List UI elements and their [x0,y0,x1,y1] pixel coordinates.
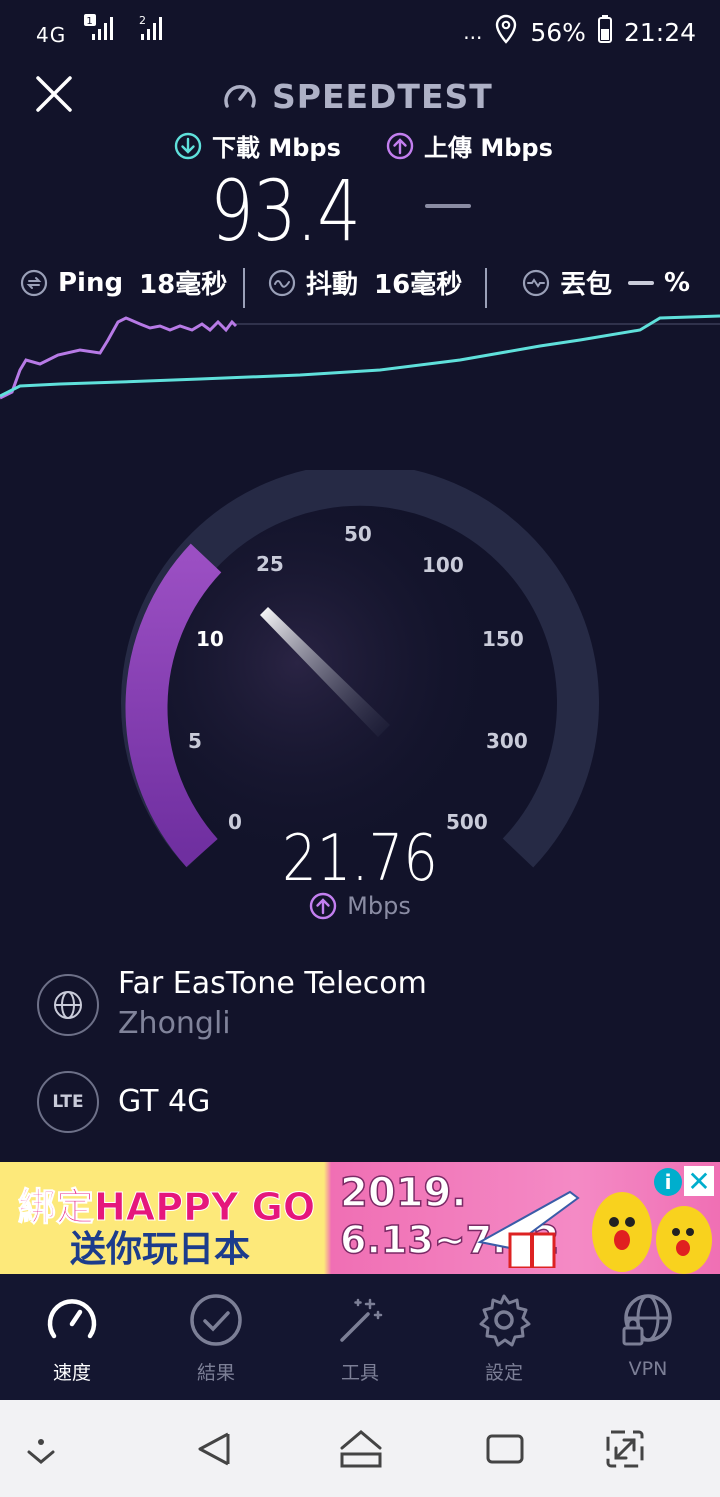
packet-loss-icon [522,269,550,296]
network-type: 4G [36,23,67,47]
metric-divider [243,268,245,308]
gauge-tick: 300 [486,729,528,753]
ad-info-button[interactable]: i [654,1168,682,1196]
packet-loss-value: % [664,267,691,298]
upload-label: 上傳 Mbps [386,128,553,163]
recent-apps-icon [486,1434,524,1464]
current-speed: 21.76 [282,822,438,896]
ping-label: Ping [58,267,124,298]
app-title: SPEEDTEST [222,74,493,118]
packet-loss-label: 丟包 [560,270,613,300]
gauge-tick: 25 [256,552,284,576]
gauge-tick: 5 [188,729,202,753]
gear-icon [479,1294,531,1347]
home-icon [340,1430,382,1468]
ping-icon [20,269,48,296]
upload-arrow-icon [386,132,414,159]
status-bar: 4G 1 2 ... 56% 21:24 [0,0,720,62]
speed-unit-text: Mbps [347,892,411,920]
battery-icon [597,15,612,49]
sim1-signal-icon: 1 [83,14,118,47]
packet-loss-dash [628,280,655,285]
sim2-signal-icon: 2 [135,14,169,47]
current-speed-unit: Mbps [0,892,720,920]
battery-percent: 56% [530,17,586,47]
upload-arrow-icon [309,892,337,920]
tab-vpn-label: VPN [628,1358,668,1380]
lte-icon: LTE [52,1092,84,1112]
tab-tools[interactable]: 工具 [300,1292,420,1385]
clock: 21:24 [623,17,696,47]
magic-wand-icon [340,1298,383,1342]
close-icon [36,76,72,112]
ad-subline: 送你玩日本 [70,1229,251,1270]
bottom-tab-bar: 速度 結果 工具 設定 VPN [0,1274,720,1400]
metric-divider [485,268,487,308]
connection-name[interactable]: GT 4G [118,1084,210,1119]
status-right: ... 56% 21:24 [463,14,696,50]
gauge-tick: 50 [344,522,372,546]
download-arrow-icon [174,132,202,159]
airplane-illustration-icon [477,1190,580,1268]
tab-settings-label: 設定 [484,1362,523,1384]
gauge-tick: 150 [482,627,524,651]
tab-speed-label: 速度 [52,1362,91,1384]
app-title-text: SPEEDTEST [272,76,493,116]
upload-value-placeholder [425,204,471,208]
jitter-label: 抖動 [306,270,359,300]
globe-lock-icon [622,1294,672,1346]
tab-tools-label: 工具 [340,1362,379,1384]
upload-label-text: 上傳 Mbps [424,134,553,162]
connection-type-button[interactable]: LTE [37,1071,99,1133]
latency-metrics: Ping 18毫秒 抖動 16毫秒 丟包 % [0,264,720,308]
close-button[interactable] [34,74,74,114]
check-circle-icon [190,1294,242,1346]
ad-banner[interactable]: 綁定HAPPY GO 送你玩日本 2019. 6.13~7.12 i ✕ [0,1162,720,1274]
recent-apps-button[interactable] [484,1428,526,1470]
download-value: 93.4 [210,162,361,260]
download-label: 下載 Mbps [174,128,341,163]
download-label-text: 下載 Mbps [212,134,341,162]
server-city[interactable]: Zhongli [118,1006,231,1041]
isp-name[interactable]: Far EasTone Telecom [118,966,427,1001]
speed-gauge-icon [47,1299,97,1339]
download-line [0,314,720,398]
tab-speed[interactable]: 速度 [12,1292,132,1385]
back-triangle-icon [198,1432,230,1466]
expand-button[interactable] [604,1428,646,1470]
sim1-number: 1 [86,16,93,27]
gauge-tick: 100 [422,553,464,577]
ad-year: 2019. [339,1169,467,1217]
speed-history-graph [0,314,720,400]
more-indicator: ... [463,20,483,44]
speedtest-logo-icon [224,85,256,108]
system-navigation-bar [0,1400,720,1497]
sim2-number: 2 [139,14,147,27]
home-button[interactable] [338,1428,382,1470]
ping-value: 18毫秒 [139,270,228,300]
ping-metric: Ping 18毫秒 [20,264,227,301]
tab-settings[interactable]: 設定 [444,1292,564,1385]
packet-loss-metric: 丟包 % [522,264,690,301]
status-left: 4G 1 2 [36,14,169,47]
hide-nav-button[interactable] [20,1428,62,1470]
tab-results[interactable]: 結果 [156,1292,276,1385]
globe-icon [54,991,82,1019]
expand-icon [606,1430,644,1468]
tab-results-label: 結果 [196,1362,235,1384]
back-button[interactable] [194,1428,236,1470]
jitter-metric: 抖動 16毫秒 [268,264,462,301]
jitter-icon [268,269,296,296]
ad-close-button[interactable]: ✕ [684,1165,714,1198]
gauge-tick: 10 [196,627,224,651]
chevron-down-icon [27,1439,55,1464]
location-icon [494,14,518,50]
server-globe-button[interactable] [37,974,99,1036]
jitter-value: 16毫秒 [374,270,463,300]
tab-vpn[interactable]: VPN [588,1292,708,1380]
